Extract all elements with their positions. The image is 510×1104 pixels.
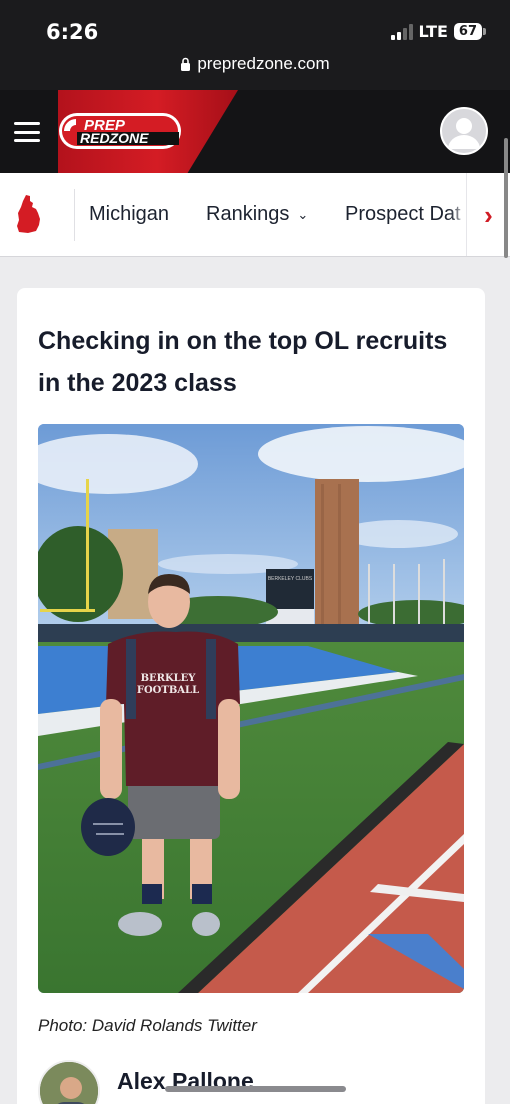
signal-icon [390, 23, 413, 40]
nav-item-label: Prospect Dat [345, 203, 461, 225]
status-indicators: LTE 67 [390, 22, 486, 41]
site-logo[interactable]: PREP REDZONE [58, 110, 184, 152]
article-headline: Checking in on the top OL recruits in th… [38, 327, 448, 397]
photo-illustration: BERKELEY CLUBS BERKLEY FOOTBALL [38, 424, 464, 993]
shirt-text-line1: BERKLEY [141, 673, 197, 684]
author-avatar[interactable] [38, 1060, 100, 1104]
photo-caption: Photo: David Rolands Twitter [38, 1016, 257, 1035]
nav-item-prospect-database[interactable]: Prospect Dat [345, 203, 461, 226]
site-header: PREP REDZONE [0, 90, 510, 173]
chevron-down-icon: ⌄ [297, 206, 309, 222]
chevron-right-icon: › [484, 199, 493, 230]
home-indicator[interactable] [165, 1086, 346, 1092]
scoreboard-text: BERKELEY CLUBS [268, 576, 313, 582]
article-card: Checking in on the top OL recruits in th… [17, 288, 485, 1104]
lock-icon [181, 57, 191, 71]
user-avatar-button[interactable] [440, 107, 488, 155]
nav-item-label: Rankings [206, 203, 290, 225]
nav-item-label: Michigan [89, 203, 170, 225]
battery-level: 67 [453, 23, 482, 40]
status-bar: 6:26 LTE 67 prepredzone.com [0, 0, 510, 90]
shirt-text-line2: FOOTBALL [137, 685, 199, 696]
nav-item-michigan[interactable]: Michigan [89, 203, 169, 226]
state-nav-bar: Michigan Rankings ⌄ Prospect Dat › [0, 173, 510, 257]
network-type: LTE [418, 22, 448, 41]
scrollbar[interactable] [504, 138, 508, 258]
nav-item-rankings[interactable]: Rankings ⌄ [206, 203, 308, 226]
user-icon [448, 118, 480, 149]
battery-icon: 67 [453, 23, 486, 40]
status-time: 6:26 [46, 20, 99, 44]
article-photo[interactable]: BERKELEY CLUBS BERKLEY FOOTBALL [38, 424, 464, 993]
logo-text-redzone: REDZONE [80, 130, 149, 146]
author-photo [40, 1062, 98, 1104]
hamburger-menu-button[interactable] [14, 122, 40, 142]
address-bar[interactable]: prepredzone.com [0, 54, 510, 74]
url-text: prepredzone.com [197, 54, 330, 73]
michigan-state-icon[interactable] [14, 193, 50, 235]
